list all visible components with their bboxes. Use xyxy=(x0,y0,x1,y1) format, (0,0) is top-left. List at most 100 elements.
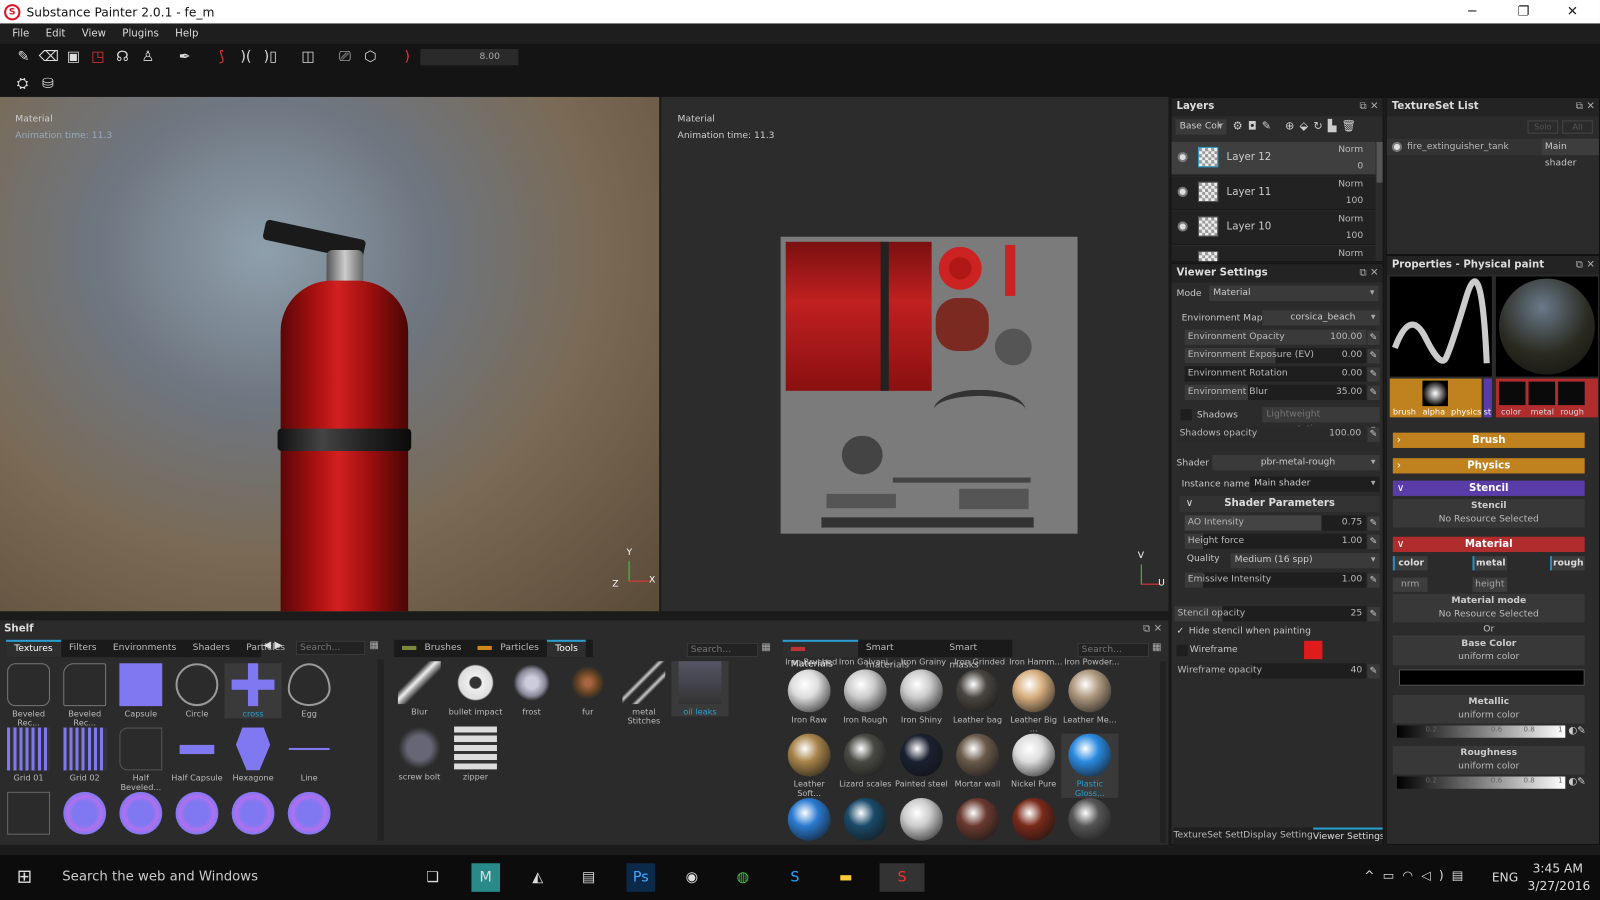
texture-item[interactable] xyxy=(112,791,169,838)
substance-share-icon[interactable]: ⛭ xyxy=(13,74,31,92)
stencil-resource[interactable]: Stencil No Resource Selected xyxy=(1392,498,1585,528)
brush-size-field[interactable]: 8.00 xyxy=(420,48,519,66)
clock-time[interactable]: 3:45 AM xyxy=(1533,861,1583,875)
shader-parameters-header[interactable]: ∨ Shader Parameters xyxy=(1179,495,1380,513)
close-icon[interactable]: ⧉ ✕ xyxy=(1359,264,1378,282)
texture-item[interactable]: Grid 02 xyxy=(56,727,113,783)
search-input[interactable]: Search... xyxy=(1077,642,1149,658)
grid-view-icon[interactable]: ▦ xyxy=(761,642,771,653)
unity-icon[interactable]: ◭ xyxy=(523,863,552,892)
substance-painter-taskbar-icon[interactable]: S xyxy=(879,863,925,892)
paint-brush-icon[interactable]: ✎ xyxy=(14,48,32,66)
eraser-icon[interactable]: ⌫ xyxy=(39,48,59,66)
tab-filters[interactable]: Filters xyxy=(61,640,105,657)
eyedropper-icon[interactable]: ◐✎ xyxy=(1568,726,1585,737)
layer-opacity[interactable]: 100 xyxy=(1346,196,1364,206)
grid-view-icon[interactable]: ▦ xyxy=(369,640,379,651)
texture-item[interactable]: cross xyxy=(224,663,282,719)
tool-item[interactable]: oil leaks xyxy=(671,661,729,717)
tool-item[interactable]: Blur xyxy=(391,661,448,716)
edit-icon[interactable]: ✎ xyxy=(1367,367,1380,382)
tab-textures[interactable]: Textures xyxy=(6,639,61,658)
textureset-row[interactable]: fire_extinguisher_tank Main shader xyxy=(1386,138,1599,168)
layer-row[interactable]: Layer 10 Norm 100 xyxy=(1171,211,1376,245)
material-item[interactable]: Leather bag xyxy=(949,669,1006,724)
tool-item[interactable]: metal Stitches xyxy=(615,661,672,726)
material-item[interactable]: Mortar wall xyxy=(949,733,1006,789)
symmetry-icon[interactable]: ⟆ xyxy=(212,48,230,66)
hide-stencil-checkbox[interactable]: ✓ xyxy=(1177,623,1185,639)
wireframe-color-swatch[interactable] xyxy=(1304,640,1323,660)
camera-icon[interactable]: ⎚ xyxy=(336,48,354,66)
shadows-opacity-slider[interactable]: Shadows opacity 100.00 xyxy=(1176,426,1366,442)
edit-icon[interactable]: ✎ xyxy=(1367,330,1380,345)
env-slider[interactable]: Environment Exposure (EV) 0.00 xyxy=(1184,347,1367,364)
shadows-mode[interactable]: Lightweight computation xyxy=(1262,407,1380,438)
material-item[interactable]: Leather Me... xyxy=(1061,669,1118,724)
channel-color-toggle[interactable]: color xyxy=(1392,556,1428,571)
tab-smart-materials[interactable]: Smart materials xyxy=(858,640,941,671)
search-input[interactable]: Search... xyxy=(295,640,366,656)
blend-mode[interactable]: Norm xyxy=(1338,214,1363,224)
layer-actions[interactable]: ⚙◘✎ ⊕⬙↻▙🗑 xyxy=(1233,119,1361,132)
slot-metal[interactable]: metal xyxy=(1531,407,1554,416)
visibility-icon[interactable] xyxy=(1177,186,1188,197)
layer-row[interactable]: Layer 12 Norm 0 xyxy=(1171,141,1376,176)
tab-smart-masks[interactable]: Smart masks xyxy=(941,640,1012,671)
shader-select[interactable]: pbr-metal-rough xyxy=(1212,455,1380,471)
slot-stencil[interactable]: st xyxy=(1483,378,1492,418)
texture-item[interactable]: Beveled Rec... xyxy=(56,663,113,728)
base-color-swatch[interactable] xyxy=(1398,669,1585,686)
texture-item[interactable]: Line xyxy=(281,727,338,783)
smudge-icon[interactable]: ☊ xyxy=(113,48,131,66)
channel-select[interactable]: Base Colr xyxy=(1175,119,1227,135)
metallic-slider[interactable]: 0.2 0.4 0.6 0.8 1 xyxy=(1396,725,1566,738)
menu-plugins[interactable]: Plugins xyxy=(114,28,167,39)
wireframe-opacity-slider[interactable]: Wireframe opacity 40 xyxy=(1174,663,1367,679)
edit-icon[interactable]: ✎ xyxy=(1367,664,1380,679)
visibility-icon[interactable] xyxy=(1391,141,1403,153)
grid-view-icon[interactable]: ▦ xyxy=(1152,642,1162,653)
mirror-icon[interactable]: )▯ xyxy=(261,48,279,66)
env-slider[interactable]: Environment Opacity 100.00 xyxy=(1184,329,1367,345)
texture-item[interactable] xyxy=(0,791,57,838)
texture-item[interactable]: Grid 01 xyxy=(0,727,57,783)
edit-icon[interactable]: ✎ xyxy=(1367,427,1380,442)
shelf-scrollbar[interactable] xyxy=(377,659,384,841)
menu-file[interactable]: File xyxy=(4,28,37,39)
eyedropper-icon[interactable]: ◐✎ xyxy=(1568,777,1585,788)
emissive-intensity-slider[interactable]: Emissive Intensity 1.00 xyxy=(1184,572,1367,588)
close-icon[interactable]: ⧉ ✕ xyxy=(1576,98,1595,116)
steam-icon[interactable]: ◉ xyxy=(678,863,707,892)
material-item[interactable]: Lizard scales xyxy=(837,733,894,789)
menu-edit[interactable]: Edit xyxy=(37,28,73,39)
stencil-section-header[interactable]: ∨ Stencil xyxy=(1392,480,1585,496)
minimize-button[interactable]: ─ xyxy=(1449,0,1496,23)
quality-select[interactable]: Medium (16 spp) xyxy=(1230,553,1380,569)
mirror-x-icon[interactable]: )( xyxy=(237,48,255,66)
slot-physics[interactable]: physics xyxy=(1451,407,1481,416)
material-item[interactable]: Leather Big ... xyxy=(1005,669,1062,734)
material-item[interactable] xyxy=(837,797,894,844)
solo-button[interactable]: Solo xyxy=(1527,120,1559,134)
material-item[interactable] xyxy=(949,797,1006,844)
stencil-opacity-slider[interactable]: Stencil opacity 25 xyxy=(1174,606,1367,622)
material-mode-resource[interactable]: Material mode No Resource Selected xyxy=(1392,593,1585,623)
slot-color[interactable]: color xyxy=(1501,407,1521,416)
menu-view[interactable]: View xyxy=(74,28,115,39)
layer-opacity[interactable]: 100 xyxy=(1346,231,1364,241)
tab-tools[interactable]: Tools xyxy=(547,639,587,658)
search-input[interactable]: Search... xyxy=(686,642,759,658)
blend-mode[interactable]: Norm xyxy=(1338,145,1363,155)
tool-item[interactable]: frost xyxy=(503,661,560,716)
material-item[interactable] xyxy=(781,797,838,844)
slot-brush[interactable]: brush xyxy=(1393,407,1416,416)
maya-icon[interactable]: M xyxy=(471,863,500,892)
shader-select[interactable]: Main shader xyxy=(1541,138,1599,168)
env-slider[interactable]: Environment Rotation 0.00 xyxy=(1184,366,1367,382)
slot-rough[interactable]: rough xyxy=(1560,407,1584,416)
env-map-button[interactable]: corsica_beach xyxy=(1262,310,1380,326)
visibility-icon[interactable] xyxy=(1177,152,1188,163)
roughness-slider[interactable]: 0.2 0.4 0.6 0.8 1 xyxy=(1396,776,1566,789)
texture-item[interactable]: Circle xyxy=(168,663,225,718)
